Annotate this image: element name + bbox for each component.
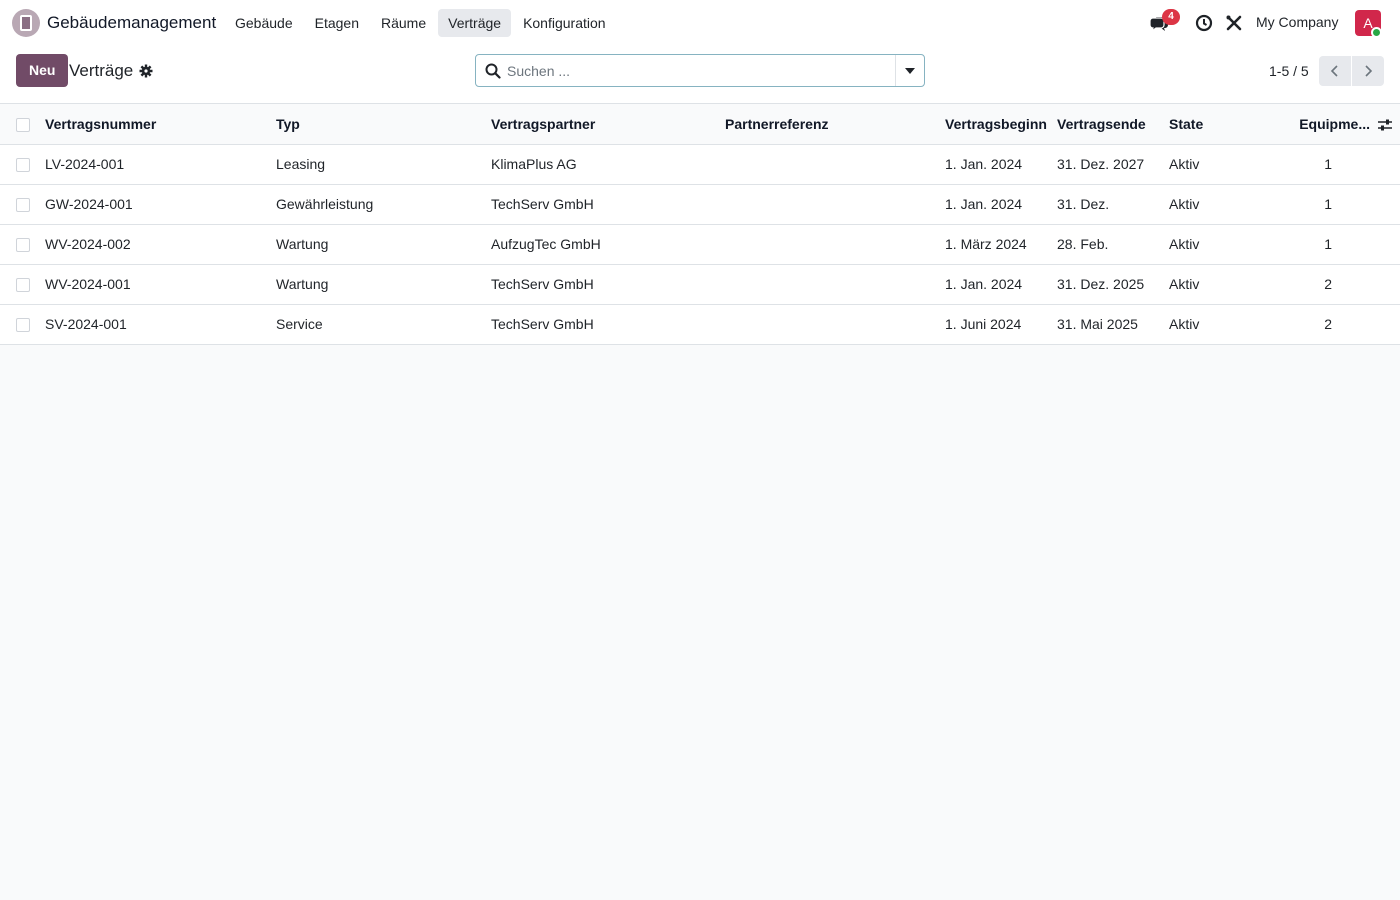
cell-vertragsbeginn: 1. Jan. 2024: [945, 144, 1057, 185]
sliders-icon[interactable]: [1377, 118, 1393, 132]
cell-vertragsende: 28. Feb.: [1057, 224, 1169, 265]
company-switcher[interactable]: My Company: [1256, 14, 1338, 30]
cell-vertragsbeginn: 1. März 2024: [945, 224, 1057, 265]
chevron-left-icon: [1330, 65, 1338, 77]
search-bar: [475, 54, 925, 87]
cell-partnerreferenz: [725, 224, 945, 265]
cell-typ: Gewährleistung: [276, 184, 491, 225]
gear-icon[interactable]: [139, 64, 153, 78]
cell-partnerreferenz: [725, 184, 945, 225]
cell-vertragspartner: TechServ GmbH: [491, 304, 725, 345]
menu-item-konfiguration[interactable]: Konfiguration: [513, 9, 616, 37]
contracts-table: Vertragsnummer Typ Vertragspartner Partn…: [0, 104, 1400, 345]
cell-state: Aktiv: [1169, 264, 1269, 305]
cell-partnerreferenz: [725, 144, 945, 185]
pager-value[interactable]: 1-5 / 5: [1269, 63, 1309, 79]
top-navbar: Gebäudemanagement Gebäude Etagen Räume V…: [0, 0, 1400, 46]
cell-equipment: 2: [1269, 304, 1370, 345]
cell-vertragspartner: TechServ GmbH: [491, 264, 725, 305]
row-checkbox[interactable]: [16, 278, 30, 293]
cell-vertragspartner: TechServ GmbH: [491, 184, 725, 225]
cell-state: Aktiv: [1169, 144, 1269, 185]
page-title: Verträge: [69, 61, 134, 80]
cell-vertragsbeginn: 1. Jan. 2024: [945, 184, 1057, 225]
control-panel: Neu Verträge 1-5 / 5: [0, 46, 1400, 104]
column-header-typ[interactable]: Typ: [276, 104, 491, 145]
cell-equipment: 1: [1269, 144, 1370, 185]
cell-vertragsnummer: LV-2024-001: [45, 144, 276, 185]
column-header-vertragsende[interactable]: Vertragsende: [1057, 104, 1169, 145]
column-header-partnerreferenz[interactable]: Partnerreferenz: [725, 104, 945, 145]
cell-equipment: 2: [1269, 264, 1370, 305]
cell-vertragspartner: AufzugTec GmbH: [491, 224, 725, 265]
cell-partnerreferenz: [725, 264, 945, 305]
column-header-vertragsnummer[interactable]: Vertragsnummer: [45, 104, 276, 145]
cell-vertragsende: 31. Dez. 2025: [1057, 264, 1169, 305]
cell-vertragsnummer: GW-2024-001: [45, 184, 276, 225]
table-row[interactable]: WV-2024-002 Wartung AufzugTec GmbH 1. Mä…: [0, 224, 1400, 265]
cell-vertragsbeginn: 1. Juni 2024: [945, 304, 1057, 345]
cell-equipment: 1: [1269, 184, 1370, 225]
cell-state: Aktiv: [1169, 304, 1269, 345]
row-checkbox[interactable]: [16, 318, 30, 333]
app-name[interactable]: Gebäudemanagement: [47, 13, 216, 33]
table-row[interactable]: WV-2024-001 Wartung TechServ GmbH 1. Jan…: [0, 264, 1400, 305]
cell-vertragsbeginn: 1. Jan. 2024: [945, 264, 1057, 305]
cell-vertragspartner: KlimaPlus AG: [491, 144, 725, 185]
cell-typ: Leasing: [276, 144, 491, 185]
row-checkbox[interactable]: [16, 158, 30, 173]
cell-vertragsnummer: WV-2024-002: [45, 224, 276, 265]
messages-badge: 4: [1162, 9, 1180, 25]
select-all-checkbox[interactable]: [16, 117, 30, 132]
column-header-vertragsbeginn[interactable]: Vertragsbeginn: [945, 104, 1057, 145]
new-button[interactable]: Neu: [16, 54, 69, 87]
cell-vertragsnummer: SV-2024-001: [45, 304, 276, 345]
cell-vertragsende: 31. Dez.: [1057, 184, 1169, 225]
cell-typ: Wartung: [276, 264, 491, 305]
search-options-toggle[interactable]: [895, 55, 924, 86]
column-header-vertragspartner[interactable]: Vertragspartner: [491, 104, 725, 145]
pager-next-button[interactable]: [1352, 56, 1384, 86]
cell-equipment: 1: [1269, 224, 1370, 265]
cell-vertragsnummer: WV-2024-001: [45, 264, 276, 305]
cell-state: Aktiv: [1169, 184, 1269, 225]
cell-vertragsende: 31. Mai 2025: [1057, 304, 1169, 345]
caret-down-icon: [905, 67, 915, 74]
column-header-equipment[interactable]: Equipme...: [1269, 104, 1370, 145]
list-view: Vertragsnummer Typ Vertragspartner Partn…: [0, 104, 1400, 345]
cell-partnerreferenz: [725, 304, 945, 345]
table-header-row: Vertragsnummer Typ Vertragspartner Partn…: [0, 104, 1400, 145]
cell-state: Aktiv: [1169, 224, 1269, 265]
search-input[interactable]: [507, 55, 895, 86]
menu-item-etagen[interactable]: Etagen: [305, 9, 369, 37]
search-icon: [485, 63, 501, 79]
app-logo-icon[interactable]: [12, 9, 40, 37]
cell-typ: Service: [276, 304, 491, 345]
tools-icon[interactable]: [1225, 14, 1243, 32]
menu-item-vertraege[interactable]: Verträge: [438, 9, 512, 37]
cell-typ: Wartung: [276, 224, 491, 265]
menu-item-gebaeude[interactable]: Gebäude: [225, 9, 303, 37]
table-row[interactable]: GW-2024-001 Gewährleistung TechServ GmbH…: [0, 184, 1400, 225]
clock-icon[interactable]: [1195, 14, 1213, 32]
chevron-right-icon: [1365, 65, 1373, 77]
main-menu: Gebäude Etagen Räume Verträge Konfigurat…: [225, 9, 618, 37]
presence-status-icon: [1371, 27, 1382, 38]
row-checkbox[interactable]: [16, 198, 30, 213]
table-row[interactable]: SV-2024-001 Service TechServ GmbH 1. Jun…: [0, 304, 1400, 345]
table-row[interactable]: LV-2024-001 Leasing KlimaPlus AG 1. Jan.…: [0, 144, 1400, 185]
cell-vertragsende: 31. Dez. 2027: [1057, 144, 1169, 185]
menu-item-raeume[interactable]: Räume: [371, 9, 436, 37]
row-checkbox[interactable]: [16, 238, 30, 253]
pager-previous-button[interactable]: [1319, 56, 1351, 86]
column-header-state[interactable]: State: [1169, 104, 1269, 145]
